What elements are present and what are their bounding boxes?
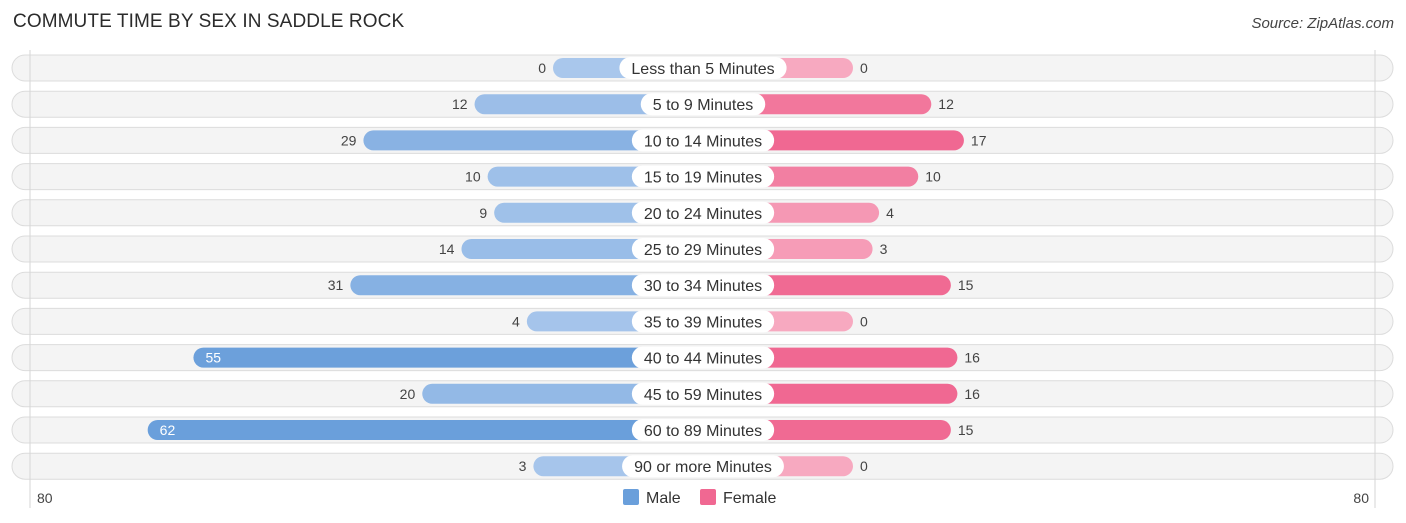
- value-label-male: 31: [328, 277, 344, 293]
- value-label-male: 55: [205, 350, 221, 366]
- chart-row: 3 0 90 or more Minutes: [11, 452, 1394, 480]
- category-label: 25 to 29 Minutes: [644, 242, 762, 259]
- value-label-female: 3: [880, 241, 888, 257]
- category-label: 30 to 34 Minutes: [644, 278, 762, 295]
- value-label-female: 0: [860, 313, 868, 329]
- chart-row: 55 16 40 to 44 Minutes: [11, 344, 1394, 372]
- chart-row: 29 17 10 to 14 Minutes: [11, 126, 1394, 154]
- value-label-male: 29: [341, 132, 357, 148]
- value-label-male: 14: [439, 241, 455, 257]
- legend-label-female: Female: [723, 490, 776, 507]
- chart-row: 4 0 35 to 39 Minutes: [11, 307, 1394, 335]
- value-label-male: 0: [538, 60, 546, 76]
- bar-male[interactable]: [193, 347, 703, 368]
- value-label-male: 4: [512, 313, 520, 329]
- chart-row: 10 10 15 to 19 Minutes: [11, 163, 1394, 191]
- legend-swatch-male: [623, 489, 639, 505]
- category-label: 5 to 9 Minutes: [653, 97, 754, 114]
- chart-canvas: 0 0 Less than 5 Minutes 12 12 5 to 9 Minutes 2…: [11, 50, 1394, 508]
- value-label-male: 12: [452, 96, 468, 112]
- chart-row: 9 4 20 to 24 Minutes: [11, 199, 1394, 227]
- legend-swatch-female: [700, 489, 716, 505]
- category-label: 90 or more Minutes: [634, 459, 772, 476]
- chart-row: 14 3 25 to 29 Minutes: [11, 235, 1394, 263]
- value-label-male: 9: [479, 205, 487, 221]
- value-label-male: 3: [519, 458, 527, 474]
- value-label-female: 17: [971, 132, 987, 148]
- bar-male[interactable]: [147, 420, 704, 440]
- legend-label-male: Male: [646, 490, 681, 507]
- rows-layer: 0 0 Less than 5 Minutes 12 12 5 to 9 Minutes 2…: [11, 54, 1394, 480]
- category-label: Less than 5 Minutes: [631, 61, 774, 78]
- value-label-female: 15: [958, 422, 974, 438]
- category-label: 10 to 14 Minutes: [644, 133, 762, 150]
- value-label-male: 62: [160, 422, 176, 438]
- chart-row: 0 0 Less than 5 Minutes: [11, 54, 1394, 82]
- category-label: 35 to 39 Minutes: [644, 314, 762, 331]
- axis-label-right: 80: [1353, 490, 1369, 506]
- chart-row: 20 16 45 to 59 Minutes: [11, 380, 1394, 408]
- legend: Male Female: [623, 489, 776, 507]
- chart-row: 12 12 5 to 9 Minutes: [11, 90, 1394, 118]
- category-label: 15 to 19 Minutes: [644, 170, 762, 187]
- axis-label-left: 80: [37, 490, 53, 506]
- value-label-female: 15: [958, 277, 974, 293]
- value-label-female: 10: [925, 169, 941, 185]
- value-label-female: 4: [886, 205, 894, 221]
- value-label-female: 16: [964, 350, 980, 366]
- category-label: 20 to 24 Minutes: [644, 206, 762, 223]
- category-label: 40 to 44 Minutes: [644, 351, 762, 368]
- value-label-male: 20: [400, 386, 416, 402]
- value-label-male: 10: [465, 169, 481, 185]
- value-label-female: 12: [938, 96, 954, 112]
- value-label-female: 0: [860, 60, 868, 76]
- chart-row: 62 15 60 to 89 Minutes: [11, 416, 1394, 444]
- value-label-female: 16: [964, 386, 980, 402]
- chart-row: 31 15 30 to 34 Minutes: [11, 271, 1394, 299]
- value-label-female: 0: [860, 458, 868, 474]
- category-label: 45 to 59 Minutes: [644, 387, 762, 404]
- category-label: 60 to 89 Minutes: [644, 423, 762, 440]
